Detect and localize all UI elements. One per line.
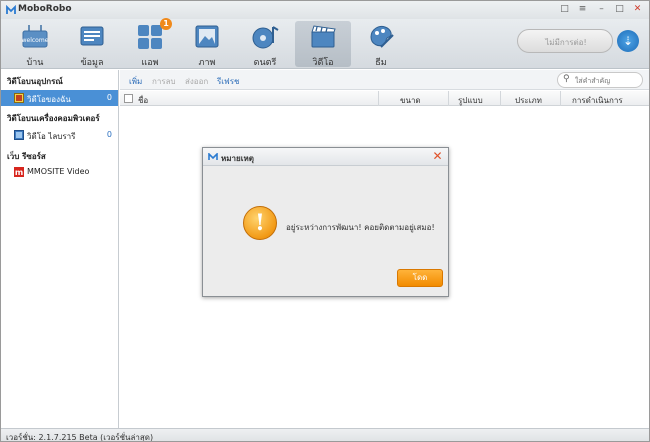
tab-home[interactable]: welcome บ้าน	[7, 21, 63, 68]
tab-photos[interactable]: ภาพ	[179, 21, 235, 68]
search-input[interactable]	[575, 75, 639, 86]
column-format[interactable]: รูปแบบ	[458, 94, 483, 107]
download-icon[interactable]: ⇣	[617, 30, 639, 52]
title-bar: MoboRobo □ ≡ – □ ✕	[1, 1, 649, 19]
dialog-title: หมายเหตุ	[221, 154, 254, 163]
main-toolbar: welcome บ้าน ข้อมูล 1 แอพ ภาพ ดนตรี วิดี…	[1, 18, 649, 69]
action-bar: เพิ่ม การลบ ส่งออก รีเฟรช ⚲	[120, 70, 649, 90]
close-button[interactable]: ✕	[631, 3, 644, 16]
sidebar-item-count: 0	[106, 93, 112, 102]
column-actions[interactable]: การดำเนินการ	[572, 94, 623, 107]
column-divider	[500, 91, 501, 106]
sidebar-header-web: เว็บ รีซอร์ส	[7, 152, 46, 161]
dialog-message: อยู่ระหว่างการพัฒนา! คอยติดตามอยู่เสมอ!	[286, 223, 435, 232]
column-divider	[378, 91, 379, 106]
sidebar-item-label: วิดีโอ ไลบรารี	[27, 132, 76, 141]
version-text: เวอร์ชั่น: 2.1.7.215 Beta (เวอร์ชั่นล่าส…	[6, 433, 154, 442]
theme-icon	[370, 26, 394, 48]
maximize-button[interactable]: □	[613, 3, 626, 16]
column-type[interactable]: ประเภท	[515, 94, 542, 107]
connection-status[interactable]: ไม่มีการต่อ!	[517, 29, 613, 53]
column-size[interactable]: ขนาด	[400, 94, 421, 107]
tab-label: ข้อมูล	[80, 58, 104, 68]
video-file-icon	[14, 93, 24, 103]
apps-badge: 1	[160, 18, 172, 30]
dialog-close-button[interactable]: ✕	[431, 150, 444, 163]
warning-icon: !	[243, 206, 277, 240]
notice-dialog: หมายเหตุ ✕ ! อยู่ระหว่างการพัฒนา! คอยติด…	[202, 147, 449, 297]
tab-label: วิดีโอ	[312, 58, 334, 68]
tab-video[interactable]: วิดีโอ	[295, 21, 351, 68]
svg-text:welcome: welcome	[22, 37, 49, 44]
moborobo-logo-icon	[6, 5, 16, 14]
mmosite-icon: m	[14, 167, 24, 177]
column-divider	[448, 91, 449, 106]
refresh-button[interactable]: รีเฟรช	[217, 75, 239, 88]
app-window: MoboRobo □ ≡ – □ ✕ welcome บ้าน ข้อมูล 1…	[0, 0, 650, 442]
sidebar-item-label: วิดีโอของฉัน	[27, 95, 71, 104]
app-title: MoboRobo	[18, 4, 72, 14]
add-button[interactable]: เพิ่ม	[129, 75, 142, 88]
feedback-icon[interactable]: □	[558, 3, 571, 16]
tab-data[interactable]: ข้อมูล	[64, 21, 120, 68]
select-all-checkbox[interactable]	[124, 94, 133, 103]
apps-icon	[138, 25, 162, 49]
photo-icon	[195, 25, 219, 48]
tab-label: บ้าน	[26, 58, 44, 68]
export-button[interactable]: ส่งออก	[185, 75, 208, 88]
tab-label: ธีม	[375, 58, 387, 68]
delete-button[interactable]: การลบ	[152, 75, 176, 88]
table-header: ชื่อ ขนาด รูปแบบ ประเภท การดำเนินการ	[120, 91, 649, 106]
tab-music[interactable]: ดนตรี	[237, 21, 293, 68]
svg-text:m: m	[15, 168, 23, 177]
home-icon: welcome	[22, 25, 49, 48]
sidebar-item-count: 0	[106, 130, 112, 139]
sidebar-header-device: วิดีโอบนอุปกรณ์	[7, 77, 63, 86]
sidebar-header-computer: วิดีโอบนเครื่องคอมพิวเตอร์	[7, 114, 100, 123]
tab-themes[interactable]: ธีม	[353, 21, 409, 68]
column-divider	[560, 91, 561, 106]
status-bar: เวอร์ชั่น: 2.1.7.215 Beta (เวอร์ชั่นล่าส…	[1, 428, 649, 442]
search-icon: ⚲	[563, 74, 570, 84]
dialog-title-bar: หมายเหตุ ✕	[203, 148, 448, 166]
column-name[interactable]: ชื่อ	[138, 94, 148, 107]
sidebar-item-mmosite[interactable]: m MMOSITE Video	[1, 164, 118, 180]
tab-label: ภาพ	[198, 58, 216, 68]
moborobo-logo-icon	[208, 153, 218, 160]
search-box: ⚲	[557, 72, 643, 88]
connection-status-text: ไม่มีการต่อ!	[545, 38, 587, 47]
tab-label: ดนตรี	[253, 58, 277, 68]
tab-label: แอพ	[141, 58, 159, 68]
video-icon	[311, 25, 336, 48]
data-icon	[80, 26, 104, 46]
minimize-button[interactable]: –	[595, 3, 608, 16]
sidebar-item-video-library[interactable]: วิดีโอ ไลบรารี 0	[1, 127, 118, 143]
sidebar-item-label: MMOSITE Video	[27, 167, 90, 176]
menu-icon[interactable]: ≡	[576, 3, 589, 16]
video-file-icon	[14, 130, 24, 140]
sidebar-item-my-videos[interactable]: วิดีโอของฉัน 0	[1, 90, 118, 106]
music-icon	[252, 26, 279, 49]
sidebar: วิดีโอบนอุปกรณ์ วิดีโอของฉัน 0 วิดีโอบนเ…	[1, 70, 119, 428]
ok-button[interactable]: โดด	[397, 269, 443, 287]
tab-apps[interactable]: 1 แอพ	[122, 18, 178, 68]
